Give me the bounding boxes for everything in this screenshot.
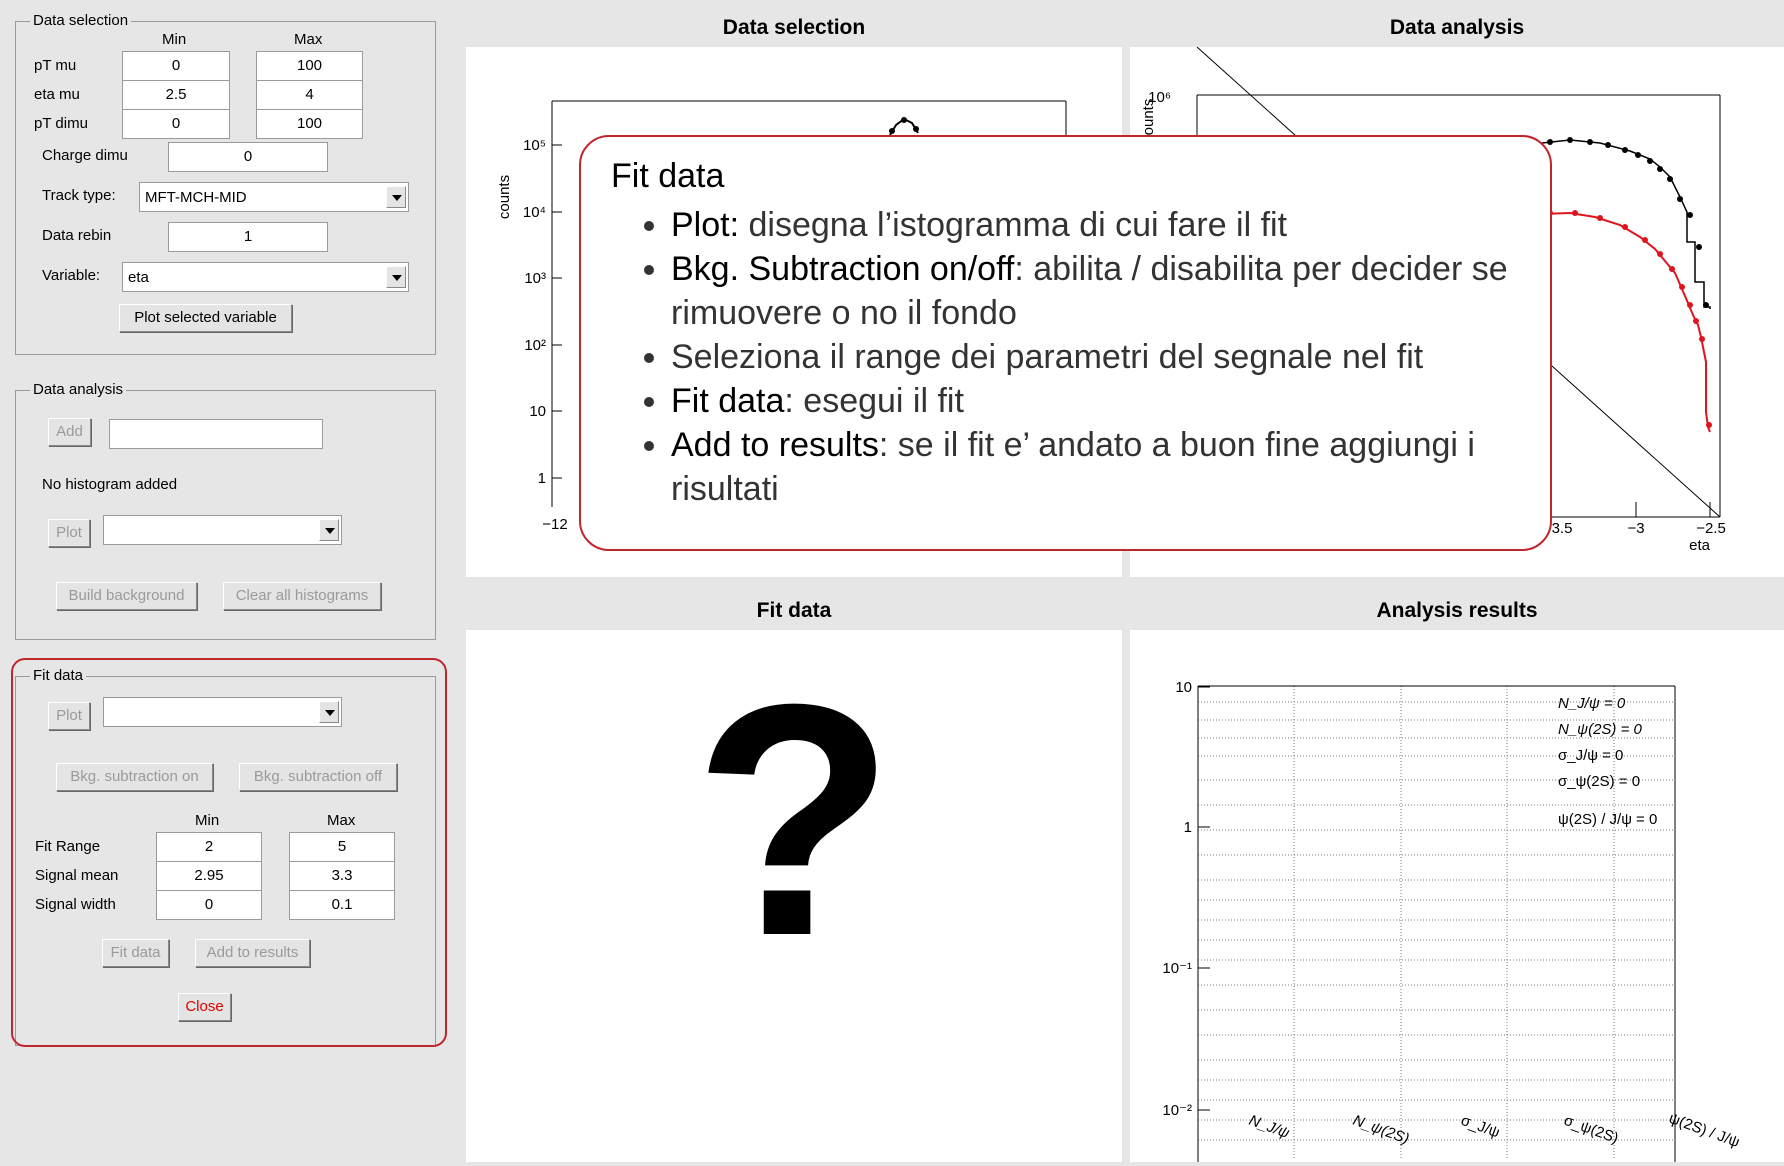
chevron-down-icon[interactable] (386, 186, 406, 208)
results-legend-entry: N_ψ(2S) = 0 (1558, 721, 1643, 738)
callout-item: Add to results: se il fit e’ andato a bu… (671, 423, 1571, 511)
results-xcat: σ_J/ψ (1459, 1112, 1502, 1142)
results-ytick: 1 (1184, 819, 1192, 836)
track-type-select[interactable]: MFT-MCH-MID (139, 182, 409, 212)
selection-ytick: 10² (524, 337, 546, 354)
results-ytick: 10 (1175, 679, 1192, 696)
selection-ytick: 10 (529, 403, 546, 420)
selection-data-point (889, 128, 895, 134)
results-legend-entry: σ_J/ψ = 0 (1558, 747, 1623, 764)
data-selection-title: Data selection (30, 12, 132, 29)
callout-item: Plot: disegna l’istogramma di cui fare i… (671, 203, 1571, 247)
results-legend-entry: σ_ψ(2S) = 0 (1558, 773, 1640, 790)
add-button[interactable]: Add (48, 418, 91, 446)
results-pad-title: Analysis results (1376, 599, 1538, 622)
selection-ytick: 10⁴ (523, 204, 546, 221)
chevron-down-icon[interactable] (319, 519, 339, 541)
fit-data-highlight (11, 658, 447, 1047)
results-legend-entry: ψ(2S) / J/ψ = 0 (1558, 811, 1657, 828)
add-name-field[interactable] (109, 419, 323, 449)
question-mark-icon: ? (693, 635, 895, 1004)
histogram-status: No histogram added (42, 476, 178, 493)
results-xcat: ψ(2S) / J/ψ (1667, 1110, 1742, 1151)
selection-data-point (901, 117, 907, 123)
data-analysis-title: Data analysis (30, 381, 127, 398)
pt-dimu-max-field[interactable]: 100 (256, 109, 363, 139)
eta-mu-max-field[interactable]: 4 (256, 80, 363, 110)
pt-dimu-label: pT dimu (34, 115, 88, 132)
results-pad[interactable]: 10 1 10⁻¹ 10⁻² N_J/ψ = 0 N_ψ(2S) = 0 σ_J… (1130, 630, 1784, 1162)
data-rebin-label: Data rebin (42, 227, 112, 244)
callout-list: Plot: disegna l’istogramma di cui fare i… (611, 203, 1571, 511)
build-background-button[interactable]: Build background (56, 582, 197, 610)
selection-ytick: 1 (538, 470, 546, 487)
eta-mu-min-field[interactable]: 2.5 (122, 80, 230, 110)
plot-selected-variable-button[interactable]: Plot selected variable (119, 304, 292, 332)
analysis-ytick: 10⁶ (1148, 89, 1171, 106)
track-type-label: Track type: (42, 187, 116, 204)
variable-label: Variable: (42, 267, 101, 284)
selection-pad-title: Data selection (722, 16, 866, 39)
analysis-plot-select[interactable] (103, 515, 342, 545)
track-type-value: MFT-MCH-MID (145, 189, 247, 206)
results-ytick: 10⁻² (1162, 1102, 1192, 1119)
analysis-pad-title: Data analysis (1389, 16, 1525, 39)
analysis-xtick: −2.5 (1696, 520, 1726, 537)
callout-item: Seleziona il range dei parametri del seg… (671, 335, 1571, 379)
analysis-xlabel: eta (1689, 537, 1711, 554)
charge-dimu-label: Charge dimu (42, 147, 128, 164)
fit-pad-title: Fit data (756, 599, 832, 622)
results-xcat: σ_ψ(2S) (1562, 1112, 1621, 1147)
callout-box: Fit data Plot: disegna l’istogramma di c… (579, 135, 1552, 551)
selection-ytick: 10³ (524, 270, 546, 287)
pt-mu-label: pT mu (34, 57, 77, 74)
results-legend-entry: N_J/ψ = 0 (1558, 695, 1626, 712)
pt-dimu-min-field[interactable]: 0 (122, 109, 230, 139)
variable-value: eta (128, 269, 149, 286)
variable-select[interactable]: eta (122, 262, 409, 292)
pt-mu-max-field[interactable]: 100 (256, 51, 363, 81)
analysis-total-points (1547, 137, 1709, 308)
clear-all-histograms-button[interactable]: Clear all histograms (223, 582, 381, 610)
eta-mu-label: eta mu (34, 86, 80, 103)
chevron-down-icon[interactable] (386, 266, 406, 288)
selection-xtick: −12 (542, 516, 567, 533)
callout-item: Bkg. Subtraction on/off: abilita / disab… (671, 247, 1571, 335)
charge-dimu-field[interactable]: 0 (168, 142, 328, 172)
callout-title: Fit data (611, 157, 725, 195)
selection-data-point (913, 126, 919, 132)
analysis-plot-button[interactable]: Plot (48, 519, 90, 547)
fit-pad[interactable]: ? (466, 630, 1122, 1162)
analysis-xtick: −3 (1627, 520, 1644, 537)
pt-mu-min-field[interactable]: 0 (122, 51, 230, 81)
callout-item: Fit data: esegui il fit (671, 379, 1571, 423)
analysis-xtick: 3.5 (1552, 520, 1573, 537)
results-xcat: N_J/ψ (1247, 1112, 1292, 1142)
results-plot: 10 1 10⁻¹ 10⁻² N_J/ψ = 0 N_ψ(2S) = 0 σ_J… (1162, 679, 1742, 1162)
results-xcat: N_ψ(2S) (1351, 1112, 1412, 1148)
sel-max-header: Max (294, 31, 323, 48)
results-ytick: 10⁻¹ (1162, 960, 1192, 977)
selection-ylabel: counts (496, 175, 513, 219)
data-rebin-field[interactable]: 1 (168, 222, 328, 252)
selection-ytick: 10⁵ (523, 137, 546, 154)
sel-min-header: Min (162, 31, 187, 48)
